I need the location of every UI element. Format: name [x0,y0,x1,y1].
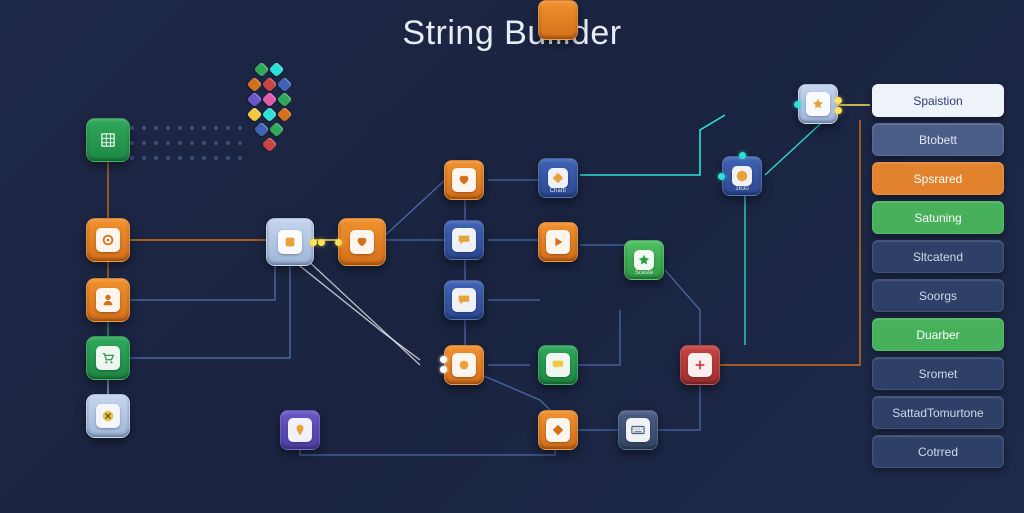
output-item-1[interactable]: Btobett [872,123,1004,156]
output-item-label: Btobett [919,133,957,147]
output-item-2[interactable]: Spsrared [872,162,1004,195]
pin-icon [293,423,307,437]
output-item-3[interactable]: Satuning [872,201,1004,234]
node-input-cart[interactable] [86,336,130,380]
cart-icon [101,351,115,365]
node-input-person[interactable] [86,278,130,322]
node-input-cross[interactable] [86,394,130,438]
node-mid-badge[interactable] [444,345,484,385]
node-mid-chat-2[interactable] [444,280,484,320]
target-icon [101,233,115,247]
node-label: Chartr [539,188,577,194]
node-grid-source[interactable] [86,118,130,162]
node-label: Sceste [625,270,663,276]
node-keyboard[interactable] [618,410,658,450]
output-type-list: Spaistion Btobett Spsrared Satuning Sltcaten… [872,84,1004,468]
output-item-label: Cotrred [918,445,958,459]
person-icon [101,293,115,307]
star-icon [811,97,825,111]
node-mid-diamond[interactable] [538,410,578,450]
node-input-target[interactable] [86,218,130,262]
paint-icon [283,235,297,249]
node-graph-canvas[interactable]: String Buillder [0,0,1024,513]
output-item-5[interactable]: Soorgs [872,279,1004,312]
node-error[interactable] [680,345,720,385]
heart-icon [457,173,471,187]
node-label: 1630 [723,186,761,192]
node-mid-play[interactable] [538,222,578,262]
output-item-4[interactable]: Sltcatend [872,240,1004,273]
node-pin[interactable] [280,410,320,450]
node-hub-pale[interactable] [266,218,314,266]
node-mid-heart[interactable] [444,160,484,200]
node-mid-play-wrapper[interactable] [538,0,578,40]
speech-icon [551,358,565,372]
output-item-label: Spsrared [914,172,963,186]
node-state[interactable]: Sceste [624,240,664,280]
plus-icon [693,358,707,372]
output-item-8[interactable]: SattadTomurtone [872,396,1004,429]
output-item-9[interactable]: Cotrred [872,435,1004,468]
connection-layer [0,0,1024,513]
diamond-icon [551,171,565,185]
heart-icon [355,235,369,249]
play-icon [551,235,565,249]
info-icon [735,169,749,183]
diamond-icon [551,423,565,437]
output-item-label: Duarber [916,328,959,342]
node-hub-heart[interactable] [338,218,386,266]
star-icon [637,253,651,267]
output-item-label: Spaistion [913,94,962,108]
cross-icon [101,409,115,423]
keyboard-icon [631,423,645,437]
output-item-label: SattadTomurtone [892,406,983,420]
node-chartr[interactable]: Chartr [538,158,578,198]
grid-icon [101,133,115,147]
node-star-output[interactable] [798,84,838,124]
output-item-7[interactable]: Sromet [872,357,1004,390]
node-mid-chat[interactable] [444,220,484,260]
output-item-label: Sromet [919,367,958,381]
badge-icon [457,358,471,372]
node-info[interactable]: 1630 [722,156,762,196]
output-item-0[interactable]: Spaistion [872,84,1004,117]
chat-icon [457,293,471,307]
output-item-label: Satuning [914,211,961,225]
output-item-6[interactable]: Duarber [872,318,1004,351]
page-title: String Buillder [402,14,621,53]
output-item-label: Sltcatend [913,250,963,264]
node-speech[interactable] [538,345,578,385]
dotted-trail-decoration [130,126,247,168]
chat-icon [457,233,471,247]
output-item-label: Soorgs [919,289,957,303]
